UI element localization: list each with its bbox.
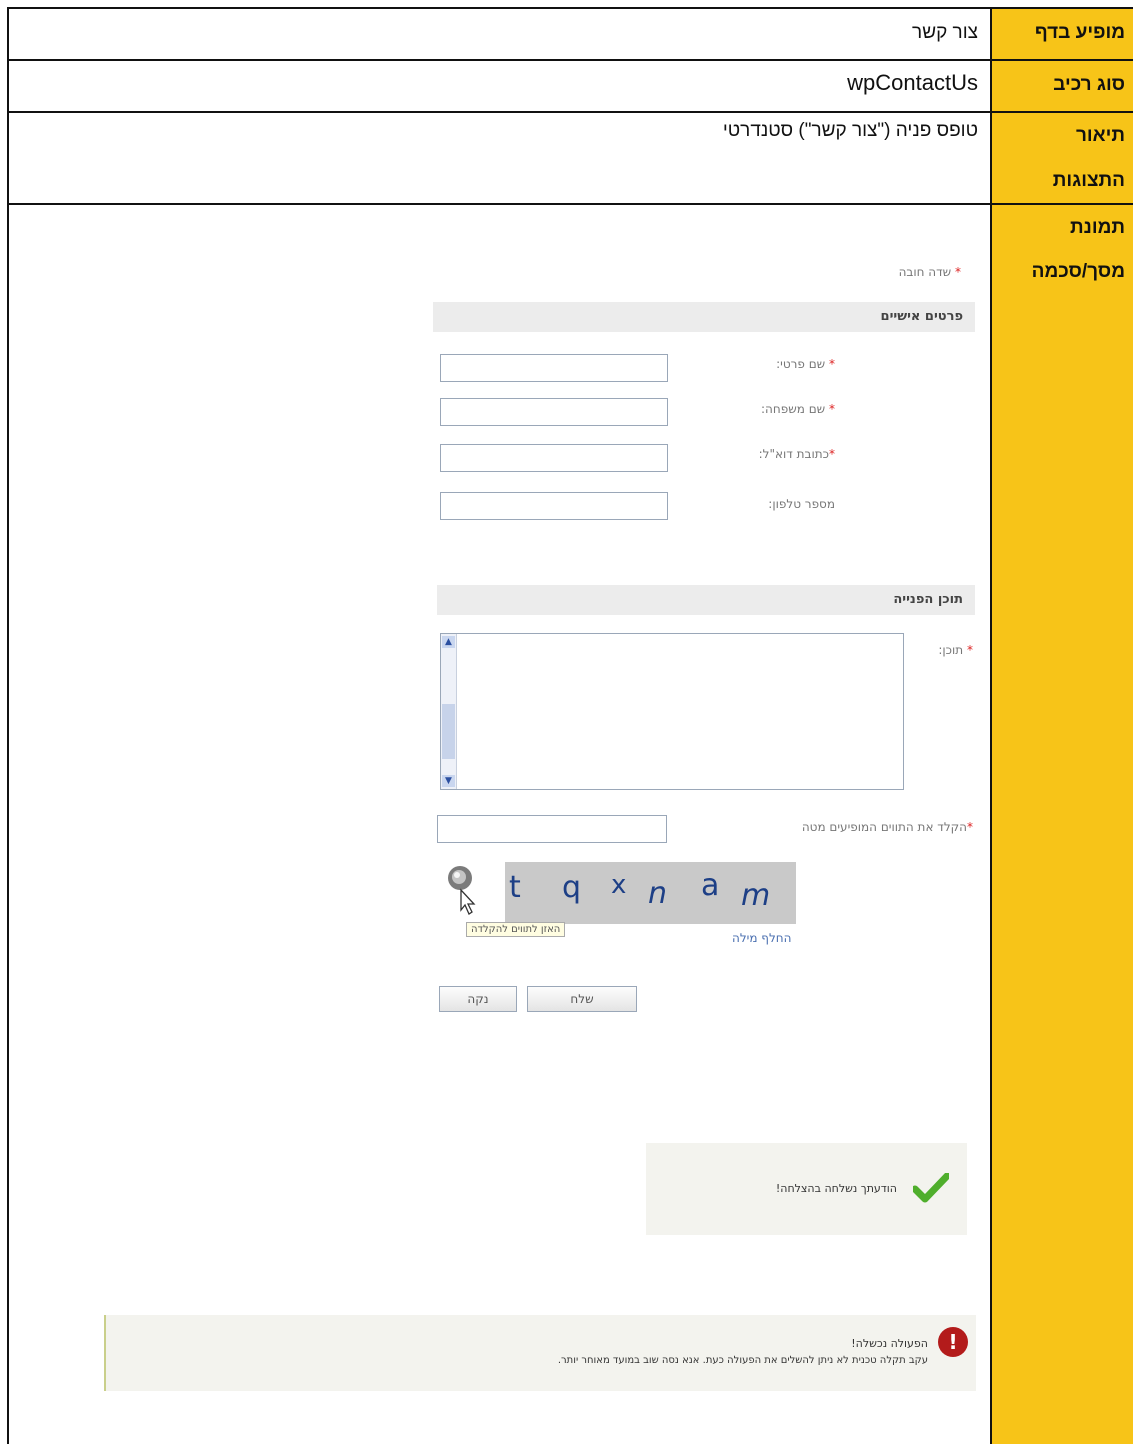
captcha-char: x	[611, 870, 627, 900]
first-name-label: * שם פרטי:	[776, 357, 835, 371]
captcha-char: m	[741, 878, 771, 913]
speaker-icon[interactable]	[448, 864, 478, 915]
captcha-char: q	[562, 870, 582, 905]
error-message-box: ! הפעולה נכשלה! עקב תקלה טכנית לא ניתן ל…	[104, 1315, 976, 1391]
change-word-link[interactable]: החלף מילה	[732, 931, 791, 945]
clear-button[interactable]: נקה	[439, 986, 517, 1012]
section-message-content: תוכן הפנייה	[437, 585, 975, 615]
last-name-input[interactable]	[440, 398, 668, 426]
phone-input[interactable]	[440, 492, 668, 520]
scroll-up-icon[interactable]: ▲	[442, 636, 455, 648]
scroll-down-icon[interactable]: ▼	[442, 775, 455, 787]
textarea-scrollbar[interactable]: ▲ ▼	[441, 634, 457, 789]
email-label: *כתובת דוא"ל:	[758, 447, 835, 461]
checkmark-icon	[911, 1172, 951, 1207]
section-personal-details: פרטים אישיים	[433, 302, 975, 332]
captcha-label: *הקלד את התווים המופיעים מטה	[801, 820, 973, 834]
content-label: * תוכן:	[938, 643, 973, 657]
captcha-char: n	[648, 876, 668, 911]
captcha-input[interactable]	[437, 815, 667, 843]
last-name-label: * שם משפחה:	[761, 402, 835, 416]
success-message-box: הודעתך נשלחה בהצלחה!	[646, 1143, 967, 1235]
captcha-char: a	[701, 868, 720, 903]
error-body: עקב תקלה טכנית לא ניתן להשלים את הפעולה …	[557, 1355, 928, 1366]
email-input[interactable]	[440, 444, 668, 472]
send-button[interactable]: שלח	[527, 986, 637, 1012]
scroll-thumb[interactable]	[442, 704, 455, 759]
error-icon: !	[938, 1327, 968, 1357]
content-textarea[interactable]: ▲ ▼	[440, 633, 904, 790]
contact-form-screenshot: * שדה חובה פרטים אישיים * שם פרטי: * שם …	[0, 0, 1135, 1444]
error-title: הפעולה נכשלה!	[851, 1337, 928, 1350]
captcha-image: m a n x q t	[505, 862, 796, 924]
phone-label: מספר טלפון:	[768, 497, 835, 511]
success-message-text: הודעתך נשלחה בהצלחה!	[775, 1182, 897, 1195]
first-name-input[interactable]	[440, 354, 668, 382]
captcha-char: t	[509, 870, 521, 905]
required-note: * שדה חובה	[898, 265, 961, 279]
audio-tooltip: האזן לתווים להקלדה	[466, 922, 566, 937]
